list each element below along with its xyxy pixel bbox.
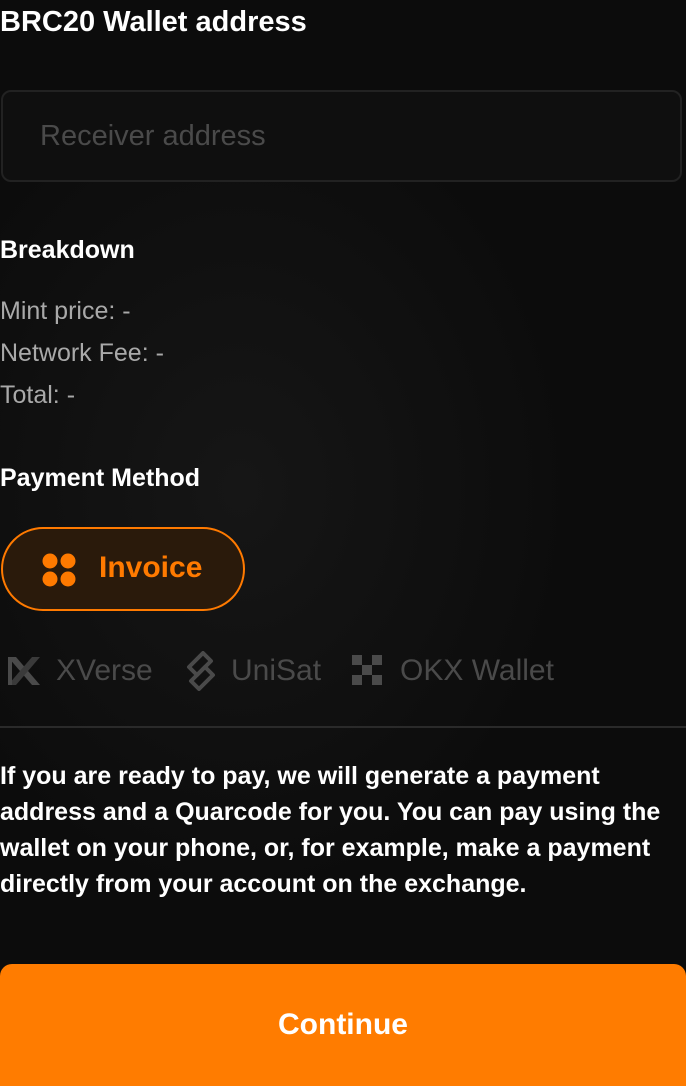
okx-label: OKX Wallet [400, 654, 554, 687]
xverse-x-icon [8, 657, 40, 685]
payment-page: BRC20 Wallet address Breakdown Mint pric… [0, 0, 686, 1086]
mint-price-line: Mint price: - [0, 297, 131, 325]
receiver-address-input[interactable] [3, 92, 680, 180]
xverse-label: XVerse [56, 654, 153, 687]
network-fee-line: Network Fee: - [0, 339, 164, 367]
breakdown-heading: Breakdown [0, 236, 135, 264]
continue-button[interactable]: Continue [0, 964, 686, 1086]
okx-wallet-option[interactable]: OKX Wallet [352, 647, 554, 695]
grid-dots-icon [42, 553, 76, 587]
payment-method-heading: Payment Method [0, 464, 201, 492]
unisat-wallet-option[interactable]: UniSat [185, 647, 321, 695]
unisat-label: UniSat [231, 654, 322, 687]
okx-checker-icon [352, 655, 382, 685]
receiver-address-field[interactable] [1, 90, 682, 182]
section-divider [0, 726, 686, 728]
invoice-label: Invoice [99, 551, 203, 584]
payment-info-text: If you are ready to pay, we will generat… [0, 762, 661, 898]
total-line: Total: - [0, 381, 76, 409]
page-title: BRC20 Wallet address [0, 6, 307, 38]
xverse-wallet-option[interactable]: XVerse [6, 647, 153, 695]
unisat-icon [187, 651, 215, 691]
invoice-method-button[interactable]: Invoice [1, 527, 245, 611]
